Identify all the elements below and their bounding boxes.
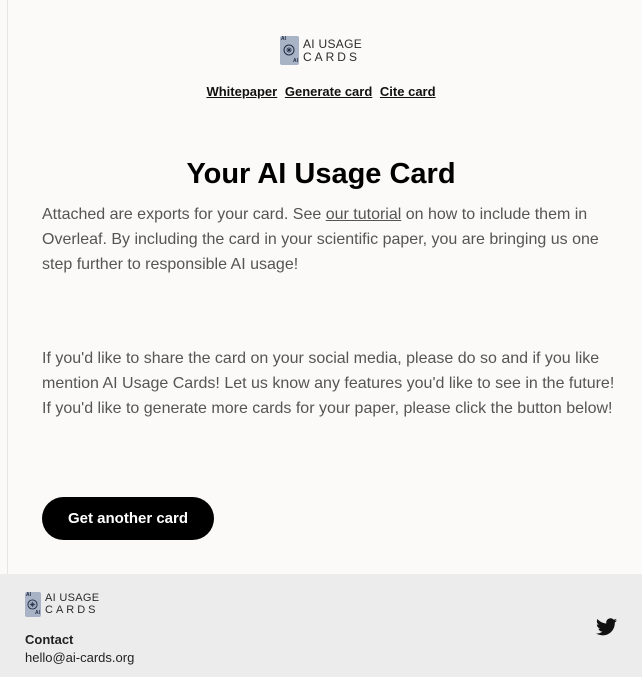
brain-icon — [27, 599, 38, 610]
logo-line2: CARDS — [302, 50, 360, 64]
logo-line1: AI USAGE — [302, 37, 363, 51]
header-logo[interactable]: AI AI AI USAGE CARDS — [0, 36, 642, 70]
footer-brand-logo[interactable]: AI AI AI USAGE CARDS — [25, 592, 99, 617]
logo-wordmark: AI USAGE CARDS — [45, 593, 99, 616]
contact-email[interactable]: hello@ai-cards.org — [25, 650, 134, 665]
get-another-card-button[interactable]: Get another card — [42, 497, 214, 540]
logo-wordmark: AI USAGE CARDS — [303, 38, 362, 63]
logo-badge: AI — [280, 36, 286, 42]
logo-line2: CARDS — [45, 604, 99, 616]
nav-generate-card-link[interactable]: Generate card — [285, 84, 372, 99]
nav-whitepaper-link[interactable]: Whitepaper — [206, 84, 277, 99]
contact-label: Contact — [25, 632, 74, 647]
share-paragraph: If you'd like to share the card on your … — [42, 350, 615, 417]
tutorial-link[interactable]: our tutorial — [326, 206, 402, 223]
top-nav: Whitepaper Generate card Cite card — [0, 84, 642, 99]
page-title: Your AI Usage Card — [186, 158, 456, 190]
brand-logo[interactable]: AI AI AI USAGE CARDS — [279, 36, 362, 65]
logo-badge: AI — [292, 58, 298, 64]
intro-text-start: Attached are exports for your card. See — [42, 206, 326, 223]
brain-icon — [283, 44, 295, 56]
logo-badge: AI — [26, 592, 31, 598]
logo-card-icon: AI AI — [279, 36, 299, 65]
logo-card-icon: AI AI — [25, 592, 41, 617]
twitter-icon[interactable] — [596, 618, 617, 636]
nav-cite-card-link[interactable]: Cite card — [380, 84, 436, 99]
intro-paragraph: Attached are exports for your card. See … — [42, 202, 616, 277]
footer: AI AI AI USAGE CARDS Contact hello@ai-ca… — [0, 574, 642, 677]
logo-line1: AI USAGE — [45, 592, 100, 604]
logo-badge: AI — [35, 610, 40, 616]
